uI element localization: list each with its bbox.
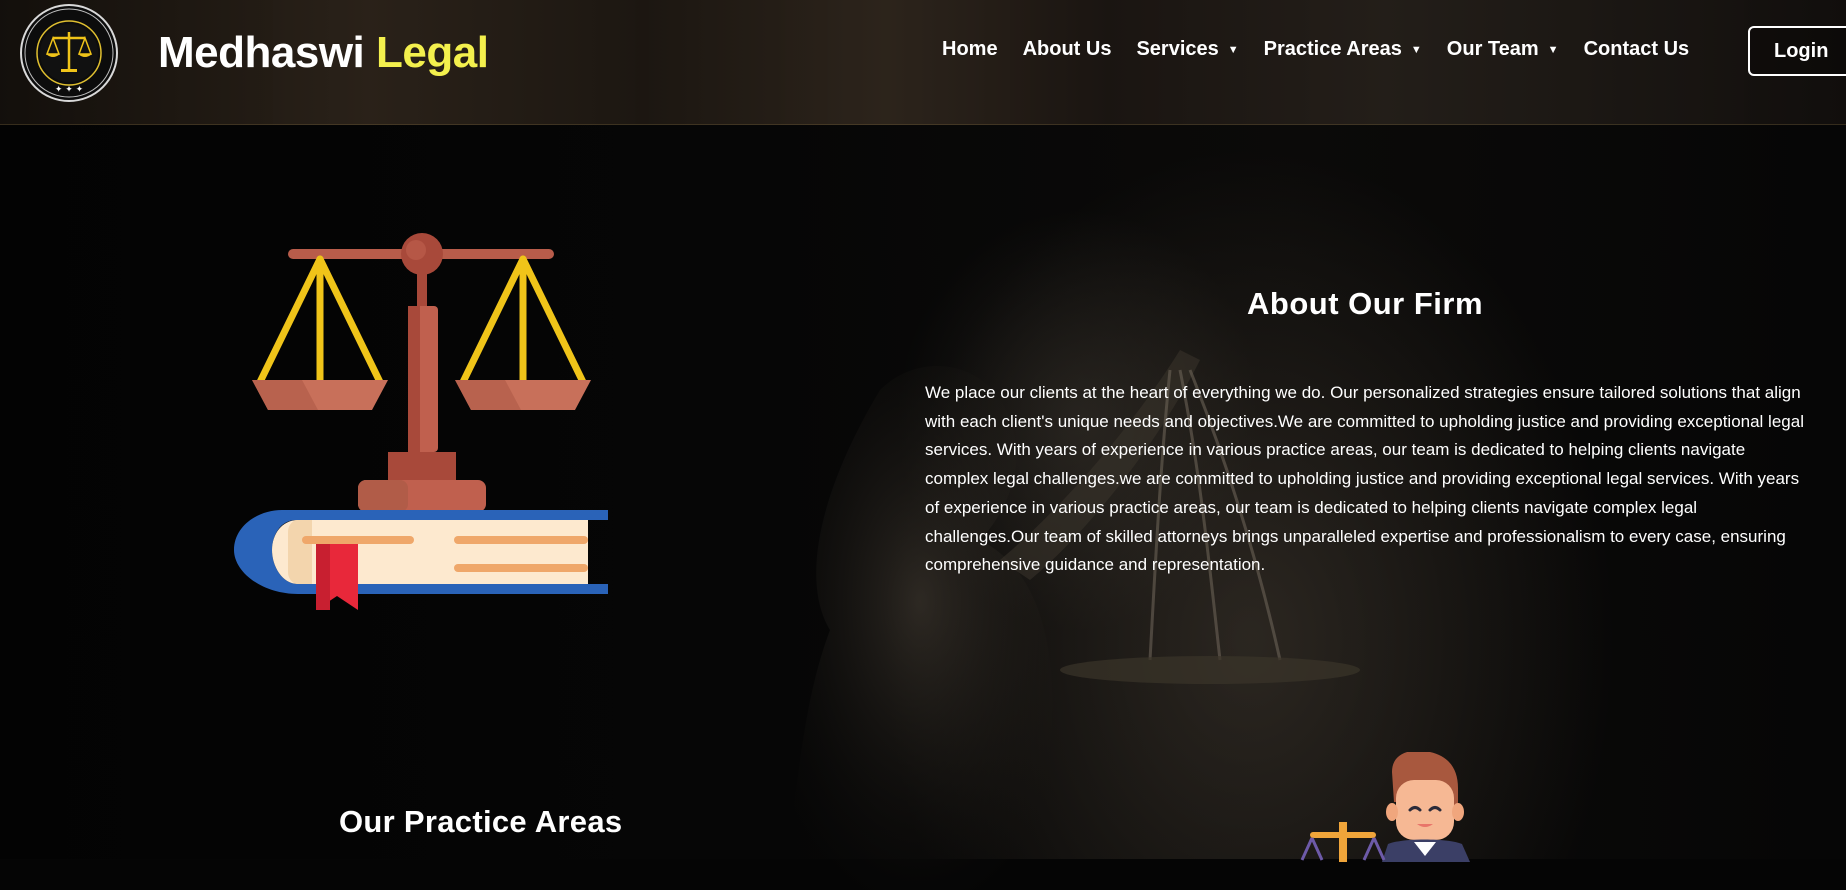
about-section-title: About Our Firm — [1247, 286, 1484, 321]
login-button[interactable]: Login — [1748, 26, 1846, 76]
caret-down-icon: ▼ — [1227, 43, 1239, 56]
caret-down-icon: ▼ — [1547, 43, 1559, 56]
nav-services[interactable]: Services ▼ — [1136, 38, 1238, 61]
scales-logo-icon: ✦ ✦ ✦ — [24, 8, 114, 98]
site-header: ✦ ✦ ✦ Medhaswi Legal Home About Us Servi… — [0, 0, 1846, 125]
brand-name-first: Medhaswi — [158, 28, 365, 77]
nav-contact-us-label: Contact Us — [1583, 38, 1690, 60]
practice-areas-title: Our Practice Areas — [339, 804, 623, 839]
svg-text:✦ ✦ ✦: ✦ ✦ ✦ — [55, 85, 84, 95]
nav-our-team-label: Our Team — [1446, 38, 1539, 60]
brand-title[interactable]: Medhaswi Legal — [158, 28, 489, 78]
nav-contact-us[interactable]: Contact Us — [1584, 38, 1690, 61]
nav-services-label: Services — [1136, 38, 1219, 60]
nav-home[interactable]: Home — [942, 38, 998, 61]
nav-our-team[interactable]: Our Team ▼ — [1447, 38, 1559, 61]
caret-down-icon: ▼ — [1410, 43, 1422, 56]
nav-practice-areas-label: Practice Areas — [1263, 38, 1402, 60]
scales-of-justice-on-book-illustration — [234, 233, 608, 610]
nav-practice-areas[interactable]: Practice Areas ▼ — [1264, 38, 1422, 61]
brand-name-second: Legal — [376, 28, 489, 77]
nav-about-us-label: About Us — [1022, 38, 1112, 60]
nav-home-label: Home — [942, 38, 998, 60]
about-section-body: We place our clients at the heart of eve… — [925, 383, 1804, 575]
nav-about-us[interactable]: About Us — [1023, 38, 1112, 61]
lawyer-with-scales-illustration — [1300, 752, 1470, 862]
main-navigation: Home About Us Services ▼ Practice Areas … — [942, 38, 1714, 61]
firm-logo[interactable]: ✦ ✦ ✦ — [20, 4, 118, 102]
